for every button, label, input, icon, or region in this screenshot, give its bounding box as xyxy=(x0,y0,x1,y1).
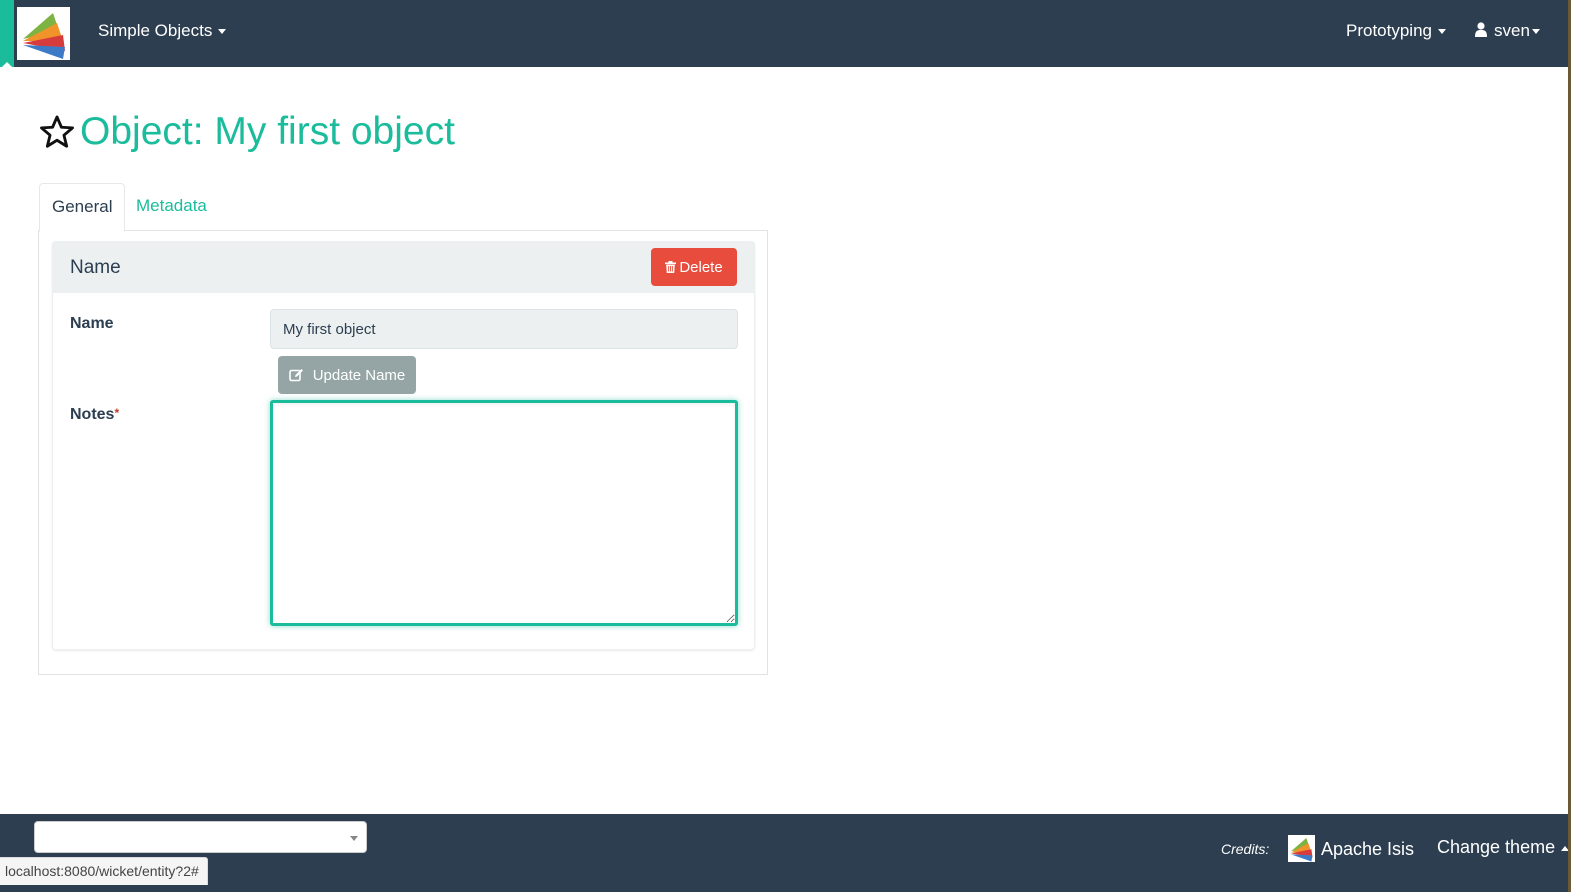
footer-select-dropdown[interactable] xyxy=(34,821,367,853)
tab-general[interactable]: General xyxy=(39,183,126,232)
tab-metadata[interactable]: Metadata xyxy=(124,183,219,231)
credits-label: Credits: xyxy=(1221,841,1270,857)
notes-field-label: Notes* xyxy=(70,406,119,424)
caret-down-icon xyxy=(350,836,358,841)
panel-heading: Name Delete xyxy=(53,242,754,293)
edit-icon xyxy=(288,369,303,382)
user-menu-label: sven xyxy=(1494,21,1530,40)
name-input[interactable] xyxy=(270,309,738,349)
browser-status-url: localhost:8080/wicket/entity?2# xyxy=(0,857,208,885)
user-menu-dropdown[interactable]: sven xyxy=(1474,21,1540,41)
caret-down-icon xyxy=(1438,29,1446,35)
caret-down-icon xyxy=(1531,29,1540,35)
apache-isis-credits-link[interactable]: Apache Isis xyxy=(1321,839,1414,860)
name-field-label: Name xyxy=(70,315,114,332)
delete-button[interactable]: Delete xyxy=(651,248,737,286)
change-theme-dropdown[interactable]: Change theme xyxy=(1437,837,1570,858)
top-navbar: Simple Objects Prototyping sven xyxy=(0,0,1568,68)
app-menu-dropdown[interactable]: Simple Objects xyxy=(98,21,227,41)
update-name-button[interactable]: Update Name xyxy=(278,356,416,394)
nav-accent-bar xyxy=(0,0,14,68)
notes-textarea[interactable] xyxy=(270,400,738,626)
apache-isis-logo[interactable] xyxy=(17,7,70,60)
window-edge xyxy=(1568,0,1583,892)
user-icon xyxy=(1475,22,1487,37)
change-theme-label: Change theme xyxy=(1437,837,1556,857)
name-panel: Name Delete Name Update Name xyxy=(52,241,755,650)
apache-isis-credits-logo[interactable] xyxy=(1288,835,1315,862)
page-title: Object: My first object xyxy=(38,110,455,154)
trash-icon xyxy=(665,261,677,273)
prototyping-menu-dropdown[interactable]: Prototyping xyxy=(1346,21,1446,41)
footer-bar: Credits: Apache Isis Change theme xyxy=(0,814,1570,892)
required-marker: * xyxy=(114,406,120,420)
caret-down-icon xyxy=(218,29,227,35)
star-icon[interactable] xyxy=(38,113,76,151)
delete-button-label: Delete xyxy=(679,258,723,276)
prototyping-menu-label: Prototyping xyxy=(1346,21,1432,40)
page-title-text: Object: My first object xyxy=(80,110,455,153)
panel-title: Name xyxy=(70,257,121,278)
update-name-button-label: Update Name xyxy=(312,366,406,384)
tab-content-general: Name Delete Name Update Name xyxy=(38,230,768,675)
tab-bar: General Metadata xyxy=(38,183,768,232)
notes-label-text: Notes xyxy=(70,406,115,423)
app-menu-label: Simple Objects xyxy=(98,21,213,40)
